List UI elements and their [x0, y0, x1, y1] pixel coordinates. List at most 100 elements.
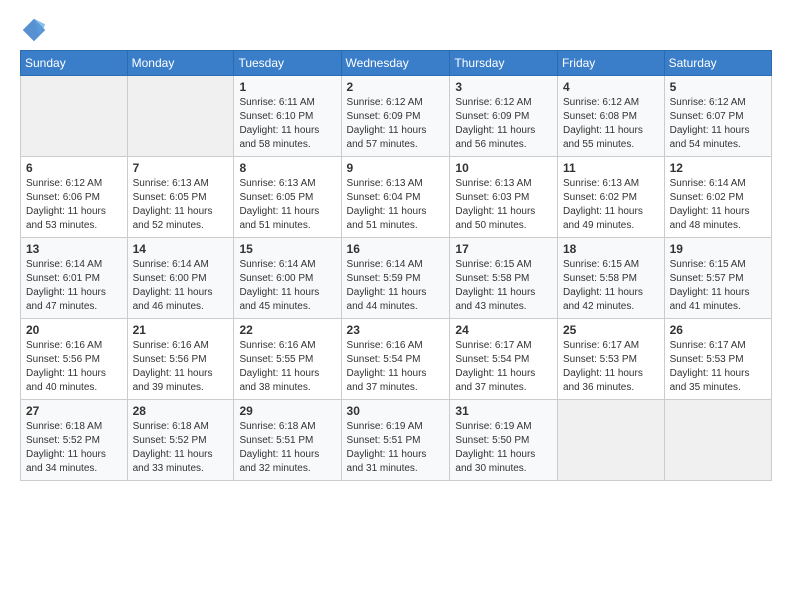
calendar-cell: 16 Sunrise: 6:14 AMSunset: 5:59 PMDaylig… — [341, 238, 450, 319]
cell-info: Sunrise: 6:17 AMSunset: 5:53 PMDaylight:… — [563, 339, 659, 395]
calendar-cell: 26 Sunrise: 6:17 AMSunset: 5:53 PMDaylig… — [664, 319, 771, 400]
week-row-4: 20 Sunrise: 6:16 AMSunset: 5:56 PMDaylig… — [21, 319, 772, 400]
weekday-header-saturday: Saturday — [664, 51, 771, 76]
day-number: 3 — [455, 80, 552, 94]
cell-info: Sunrise: 6:14 AMSunset: 6:02 PMDaylight:… — [670, 177, 766, 233]
weekday-header-wednesday: Wednesday — [341, 51, 450, 76]
day-number: 26 — [670, 323, 766, 337]
day-number: 24 — [455, 323, 552, 337]
calendar-cell: 14 Sunrise: 6:14 AMSunset: 6:00 PMDaylig… — [127, 238, 234, 319]
day-number: 12 — [670, 161, 766, 175]
calendar-cell: 4 Sunrise: 6:12 AMSunset: 6:08 PMDayligh… — [557, 76, 664, 157]
calendar-cell: 3 Sunrise: 6:12 AMSunset: 6:09 PMDayligh… — [450, 76, 558, 157]
day-number: 6 — [26, 161, 122, 175]
day-number: 2 — [347, 80, 445, 94]
day-number: 21 — [133, 323, 229, 337]
cell-info: Sunrise: 6:15 AMSunset: 5:58 PMDaylight:… — [563, 258, 659, 314]
calendar-cell: 13 Sunrise: 6:14 AMSunset: 6:01 PMDaylig… — [21, 238, 128, 319]
calendar-cell — [664, 400, 771, 481]
logo — [20, 16, 52, 44]
day-number: 31 — [455, 404, 552, 418]
calendar-cell: 12 Sunrise: 6:14 AMSunset: 6:02 PMDaylig… — [664, 157, 771, 238]
day-number: 23 — [347, 323, 445, 337]
day-number: 8 — [239, 161, 335, 175]
calendar-cell — [21, 76, 128, 157]
cell-info: Sunrise: 6:16 AMSunset: 5:55 PMDaylight:… — [239, 339, 335, 395]
cell-info: Sunrise: 6:17 AMSunset: 5:53 PMDaylight:… — [670, 339, 766, 395]
calendar-cell: 20 Sunrise: 6:16 AMSunset: 5:56 PMDaylig… — [21, 319, 128, 400]
calendar-body: 1 Sunrise: 6:11 AMSunset: 6:10 PMDayligh… — [21, 76, 772, 481]
week-row-3: 13 Sunrise: 6:14 AMSunset: 6:01 PMDaylig… — [21, 238, 772, 319]
calendar-cell: 25 Sunrise: 6:17 AMSunset: 5:53 PMDaylig… — [557, 319, 664, 400]
day-number: 10 — [455, 161, 552, 175]
calendar-cell: 31 Sunrise: 6:19 AMSunset: 5:50 PMDaylig… — [450, 400, 558, 481]
calendar-cell: 19 Sunrise: 6:15 AMSunset: 5:57 PMDaylig… — [664, 238, 771, 319]
day-number: 16 — [347, 242, 445, 256]
day-number: 17 — [455, 242, 552, 256]
cell-info: Sunrise: 6:14 AMSunset: 5:59 PMDaylight:… — [347, 258, 445, 314]
calendar-cell: 11 Sunrise: 6:13 AMSunset: 6:02 PMDaylig… — [557, 157, 664, 238]
cell-info: Sunrise: 6:19 AMSunset: 5:50 PMDaylight:… — [455, 420, 552, 476]
day-number: 22 — [239, 323, 335, 337]
calendar-cell: 17 Sunrise: 6:15 AMSunset: 5:58 PMDaylig… — [450, 238, 558, 319]
cell-info: Sunrise: 6:12 AMSunset: 6:09 PMDaylight:… — [455, 96, 552, 152]
calendar-cell: 6 Sunrise: 6:12 AMSunset: 6:06 PMDayligh… — [21, 157, 128, 238]
calendar-cell: 23 Sunrise: 6:16 AMSunset: 5:54 PMDaylig… — [341, 319, 450, 400]
cell-info: Sunrise: 6:13 AMSunset: 6:05 PMDaylight:… — [133, 177, 229, 233]
calendar-cell: 9 Sunrise: 6:13 AMSunset: 6:04 PMDayligh… — [341, 157, 450, 238]
cell-info: Sunrise: 6:12 AMSunset: 6:06 PMDaylight:… — [26, 177, 122, 233]
day-number: 28 — [133, 404, 229, 418]
day-number: 9 — [347, 161, 445, 175]
day-number: 19 — [670, 242, 766, 256]
day-number: 25 — [563, 323, 659, 337]
calendar-cell — [557, 400, 664, 481]
cell-info: Sunrise: 6:18 AMSunset: 5:52 PMDaylight:… — [133, 420, 229, 476]
cell-info: Sunrise: 6:15 AMSunset: 5:57 PMDaylight:… — [670, 258, 766, 314]
day-number: 15 — [239, 242, 335, 256]
calendar-cell: 8 Sunrise: 6:13 AMSunset: 6:05 PMDayligh… — [234, 157, 341, 238]
day-number: 27 — [26, 404, 122, 418]
day-number: 29 — [239, 404, 335, 418]
cell-info: Sunrise: 6:12 AMSunset: 6:09 PMDaylight:… — [347, 96, 445, 152]
calendar-cell: 10 Sunrise: 6:13 AMSunset: 6:03 PMDaylig… — [450, 157, 558, 238]
weekday-header-sunday: Sunday — [21, 51, 128, 76]
day-number: 7 — [133, 161, 229, 175]
cell-info: Sunrise: 6:13 AMSunset: 6:04 PMDaylight:… — [347, 177, 445, 233]
calendar-cell: 24 Sunrise: 6:17 AMSunset: 5:54 PMDaylig… — [450, 319, 558, 400]
cell-info: Sunrise: 6:16 AMSunset: 5:56 PMDaylight:… — [26, 339, 122, 395]
day-number: 13 — [26, 242, 122, 256]
cell-info: Sunrise: 6:13 AMSunset: 6:03 PMDaylight:… — [455, 177, 552, 233]
weekday-header-monday: Monday — [127, 51, 234, 76]
day-number: 11 — [563, 161, 659, 175]
cell-info: Sunrise: 6:15 AMSunset: 5:58 PMDaylight:… — [455, 258, 552, 314]
week-row-5: 27 Sunrise: 6:18 AMSunset: 5:52 PMDaylig… — [21, 400, 772, 481]
calendar-cell: 29 Sunrise: 6:18 AMSunset: 5:51 PMDaylig… — [234, 400, 341, 481]
cell-info: Sunrise: 6:13 AMSunset: 6:05 PMDaylight:… — [239, 177, 335, 233]
calendar-cell: 5 Sunrise: 6:12 AMSunset: 6:07 PMDayligh… — [664, 76, 771, 157]
day-number: 30 — [347, 404, 445, 418]
weekday-row: SundayMondayTuesdayWednesdayThursdayFrid… — [21, 51, 772, 76]
cell-info: Sunrise: 6:18 AMSunset: 5:52 PMDaylight:… — [26, 420, 122, 476]
calendar-cell: 22 Sunrise: 6:16 AMSunset: 5:55 PMDaylig… — [234, 319, 341, 400]
cell-info: Sunrise: 6:13 AMSunset: 6:02 PMDaylight:… — [563, 177, 659, 233]
cell-info: Sunrise: 6:12 AMSunset: 6:07 PMDaylight:… — [670, 96, 766, 152]
header — [20, 16, 772, 44]
cell-info: Sunrise: 6:12 AMSunset: 6:08 PMDaylight:… — [563, 96, 659, 152]
calendar-cell: 15 Sunrise: 6:14 AMSunset: 6:00 PMDaylig… — [234, 238, 341, 319]
cell-info: Sunrise: 6:17 AMSunset: 5:54 PMDaylight:… — [455, 339, 552, 395]
calendar-cell: 2 Sunrise: 6:12 AMSunset: 6:09 PMDayligh… — [341, 76, 450, 157]
weekday-header-thursday: Thursday — [450, 51, 558, 76]
cell-info: Sunrise: 6:11 AMSunset: 6:10 PMDaylight:… — [239, 96, 335, 152]
calendar-cell: 28 Sunrise: 6:18 AMSunset: 5:52 PMDaylig… — [127, 400, 234, 481]
day-number: 1 — [239, 80, 335, 94]
calendar-header: SundayMondayTuesdayWednesdayThursdayFrid… — [21, 51, 772, 76]
weekday-header-tuesday: Tuesday — [234, 51, 341, 76]
calendar-cell: 30 Sunrise: 6:19 AMSunset: 5:51 PMDaylig… — [341, 400, 450, 481]
cell-info: Sunrise: 6:18 AMSunset: 5:51 PMDaylight:… — [239, 420, 335, 476]
calendar-cell: 7 Sunrise: 6:13 AMSunset: 6:05 PMDayligh… — [127, 157, 234, 238]
cell-info: Sunrise: 6:16 AMSunset: 5:54 PMDaylight:… — [347, 339, 445, 395]
weekday-header-friday: Friday — [557, 51, 664, 76]
day-number: 20 — [26, 323, 122, 337]
calendar-table: SundayMondayTuesdayWednesdayThursdayFrid… — [20, 50, 772, 481]
cell-info: Sunrise: 6:19 AMSunset: 5:51 PMDaylight:… — [347, 420, 445, 476]
